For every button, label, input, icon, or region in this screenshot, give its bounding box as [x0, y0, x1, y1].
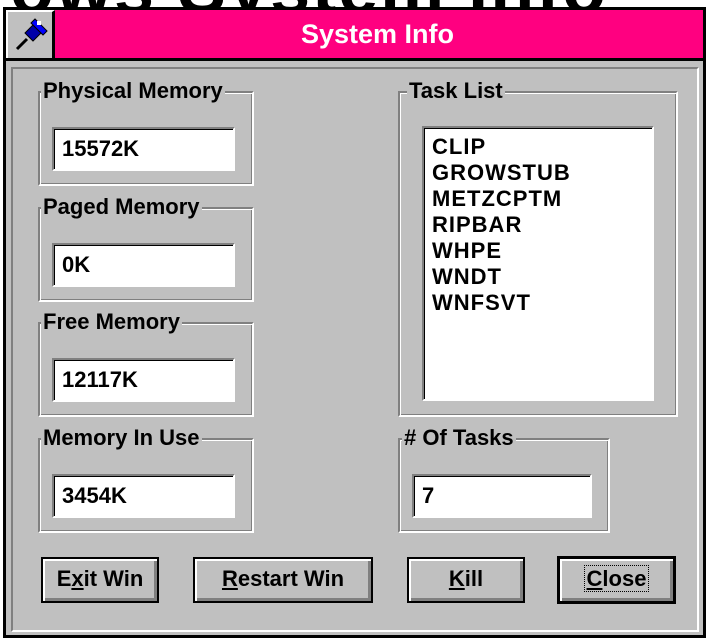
kill-mnemonic: K [448, 566, 465, 591]
list-item[interactable]: RIPBAR [432, 212, 652, 238]
free-memory-label: Free Memory [41, 309, 182, 335]
paged-memory-label: Paged Memory [41, 194, 202, 220]
paged-memory-group: 0K [38, 207, 254, 302]
task-list-box[interactable]: CLIP GROWSTUB METZCPTM RIPBAR WHPE WNDT … [422, 126, 654, 401]
memory-in-use-label: Memory In Use [41, 425, 202, 451]
free-memory-field: 12117K [52, 358, 235, 402]
num-tasks-field: 7 [412, 474, 592, 518]
close-mnemonic: C [586, 566, 603, 591]
exit-win-post: it Win [83, 566, 144, 591]
list-item[interactable]: CLIP [432, 134, 652, 160]
free-memory-group: 12117K [38, 322, 254, 417]
restart-win-post: estart Win [237, 566, 345, 591]
close-button[interactable]: Close [557, 556, 676, 604]
task-list-label: Task List [407, 78, 505, 104]
paged-memory-field: 0K [52, 243, 235, 287]
list-item[interactable]: WNDT [432, 264, 652, 290]
focus-rectangle: Close [583, 565, 650, 592]
kill-task-button[interactable]: Kill [407, 557, 525, 603]
dialog-client-area: 15572K Physical Memory 0K Paged Memory 1… [11, 67, 699, 632]
title-bar[interactable]: System Info [6, 10, 703, 61]
restart-win-mnemonic: R [221, 566, 238, 591]
memory-in-use-field: 3454K [52, 474, 235, 518]
num-tasks-label: # Of Tasks [402, 425, 516, 451]
num-tasks-group: 7 [398, 438, 610, 533]
window-title: System Info [300, 19, 455, 49]
physical-memory-group: 15572K [38, 91, 254, 186]
list-item[interactable]: WHPE [432, 238, 652, 264]
close-post: lose [602, 566, 647, 591]
exit-win-pre: E [56, 566, 72, 591]
list-item[interactable]: GROWSTUB [432, 160, 652, 186]
restart-windows-button[interactable]: Restart Win [193, 557, 373, 603]
system-info-window: System Info 15572K Physical Memory 0K Pa… [3, 7, 706, 638]
kill-post: ill [464, 566, 484, 591]
system-menu-button[interactable] [6, 10, 55, 58]
list-item[interactable]: WNFSVT [432, 290, 652, 316]
exit-win-mnemonic: x [71, 566, 84, 591]
exit-windows-button[interactable]: Exit Win [41, 557, 159, 603]
physical-memory-field: 15572K [52, 127, 235, 171]
pushpin-icon [15, 18, 48, 51]
memory-in-use-group: 3454K [38, 438, 254, 533]
physical-memory-label: Physical Memory [41, 78, 225, 104]
list-item[interactable]: METZCPTM [432, 186, 652, 212]
task-list-group: CLIP GROWSTUB METZCPTM RIPBAR WHPE WNDT … [398, 91, 678, 417]
